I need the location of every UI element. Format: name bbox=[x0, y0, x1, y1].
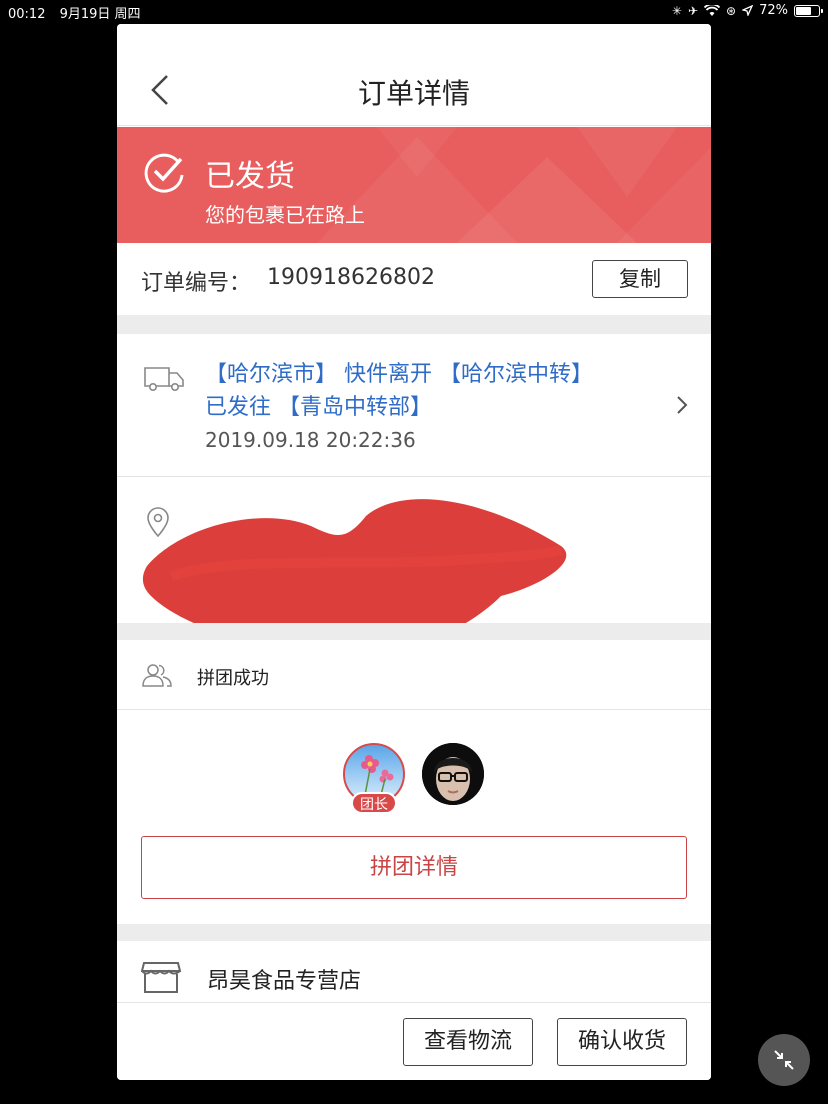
member-avatar-image bbox=[422, 743, 484, 805]
shipping-status-subtitle: 您的包裹已在路上 bbox=[205, 203, 365, 227]
location-arrow-icon bbox=[742, 5, 754, 16]
store-icon bbox=[141, 962, 181, 993]
chevron-right-icon bbox=[677, 396, 688, 414]
app-screen: 订单详情 已发货 您的包裹已在路上 订单编号： 190918626802 复制 bbox=[117, 24, 711, 1080]
order-number-label: 订单编号： bbox=[141, 271, 252, 296]
status-date: 9月19日 周四 bbox=[59, 7, 141, 22]
confirm-receipt-button[interactable]: 确认收货 bbox=[557, 1018, 687, 1066]
group-people-icon bbox=[142, 664, 172, 687]
status-time: 00:12 bbox=[8, 7, 46, 22]
wifi-icon bbox=[704, 4, 721, 16]
order-number-value: 190918626802 bbox=[267, 265, 435, 290]
redaction-scribble bbox=[142, 499, 567, 623]
leader-badge: 团长 bbox=[351, 792, 397, 814]
group-detail-button[interactable]: 拼团详情 bbox=[141, 836, 687, 899]
bottom-action-bar: 查看物流 确认收货 bbox=[117, 1002, 711, 1080]
shipping-status-banner: 已发货 您的包裹已在路上 bbox=[117, 127, 711, 243]
status-bar-right: ✳ ✈ ⊛ 72% bbox=[671, 3, 823, 18]
page-title: 订单详情 bbox=[357, 77, 470, 110]
order-number-row: 订单编号： 190918626802 复制 bbox=[117, 243, 711, 315]
logistics-timestamp: 2019.09.18 20:22:36 bbox=[205, 428, 416, 452]
avatar bbox=[422, 743, 484, 805]
shipping-address-row bbox=[117, 478, 711, 623]
collapse-arrows-icon bbox=[774, 1050, 794, 1070]
group-members: 团长 拼团详情 bbox=[117, 710, 711, 924]
status-bar: 00:12 9月19日 周四 ✳ ✈ ⊛ 72% bbox=[0, 0, 828, 22]
rotation-lock-icon: ⊛ bbox=[726, 3, 737, 18]
check-circle-icon bbox=[144, 153, 184, 193]
copy-button[interactable]: 复制 bbox=[592, 260, 688, 298]
store-row[interactable]: 昂昊食品专营店 bbox=[117, 941, 711, 1003]
logistics-row[interactable]: 【哈尔滨市】 快件离开 【哈尔滨中转】 已发往 【青岛中转部】 2019.09.… bbox=[117, 334, 711, 477]
airplane-icon: ✈ bbox=[687, 3, 699, 18]
battery-percent: 72% bbox=[759, 3, 788, 18]
section-divider bbox=[117, 623, 711, 640]
logistics-latest-event: 【哈尔滨市】 快件离开 【哈尔滨中转】 已发往 【青岛中转部】 bbox=[205, 362, 593, 420]
shipping-status-title: 已发货 bbox=[205, 159, 295, 194]
group-buy-header: 拼团成功 bbox=[117, 640, 711, 710]
battery-icon bbox=[794, 4, 823, 17]
section-divider bbox=[117, 315, 711, 334]
status-bar-left: 00:12 9月19日 周四 bbox=[8, 3, 151, 22]
view-logistics-button[interactable]: 查看物流 bbox=[403, 1018, 533, 1066]
battery-fill bbox=[796, 6, 812, 15]
section-divider bbox=[117, 924, 711, 941]
group-buy-status: 拼团成功 bbox=[197, 668, 269, 689]
store-name: 昂昊食品专营店 bbox=[207, 969, 362, 994]
truck-icon bbox=[144, 367, 184, 391]
navigation-bar: 订单详情 bbox=[117, 24, 711, 126]
collapse-button[interactable] bbox=[758, 1034, 810, 1086]
loading-icon: ✳ bbox=[671, 3, 682, 18]
